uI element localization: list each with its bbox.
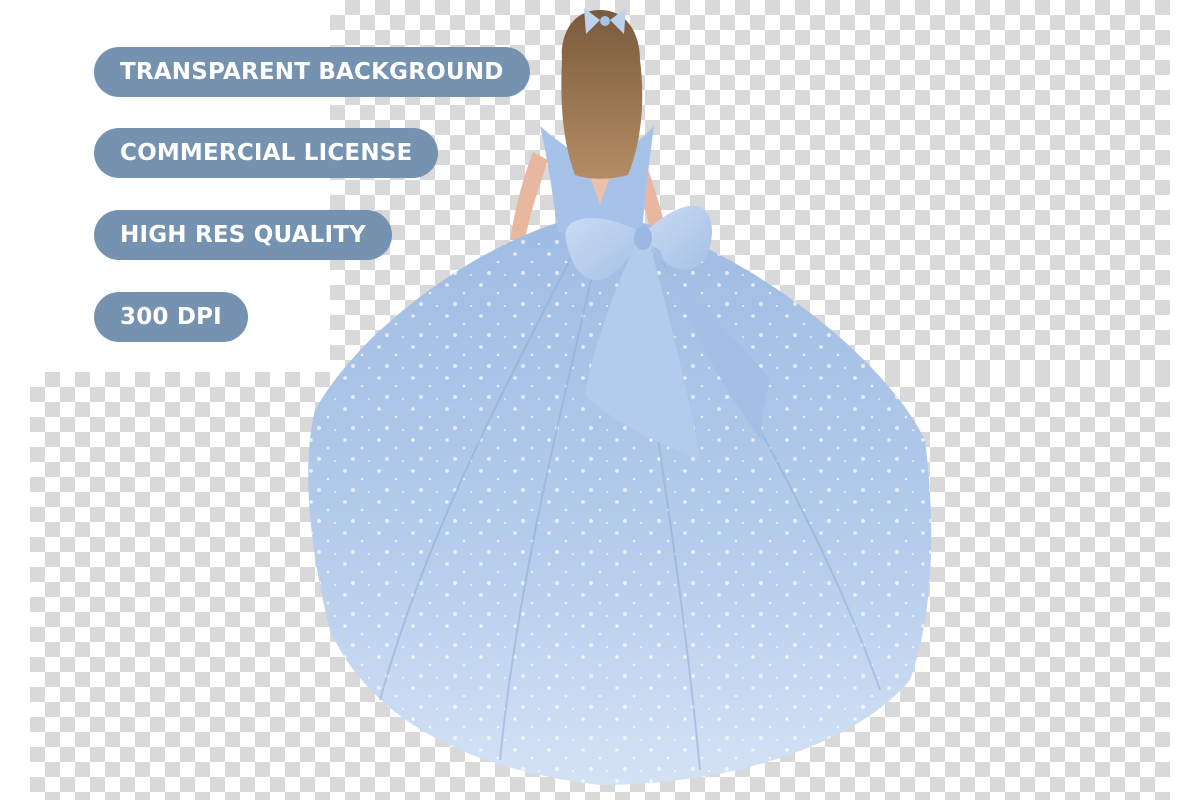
transparent-background-badge: TRANSPARENT BACKGROUND [94, 47, 530, 97]
ball-gown-illustration [308, 8, 932, 785]
left-arm [510, 152, 548, 240]
hair [561, 10, 643, 179]
commercial-license-badge: COMMERCIAL LICENSE [94, 128, 439, 178]
high-res-quality-badge: HIGH RES QUALITY [94, 210, 393, 260]
dpi-badge: 300 DPI [94, 292, 248, 342]
